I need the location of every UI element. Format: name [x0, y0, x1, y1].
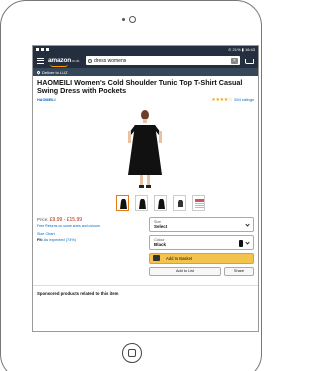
fit-label: Fit:	[37, 237, 43, 242]
search-input[interactable]: dress womens	[94, 58, 229, 64]
basket-icon	[153, 255, 160, 262]
deliver-text: Deliver to LUZ	[42, 69, 68, 75]
colour-select[interactable]: Colour Black	[149, 234, 254, 250]
share-button[interactable]: Share	[224, 266, 254, 276]
dress-image	[128, 109, 162, 188]
sponsored-heading: Sponsored products related to this item	[37, 290, 119, 296]
thumbnail[interactable]	[135, 194, 148, 211]
brand-row: HAOMEILI ★★★★☆ 534 ratings	[33, 97, 258, 103]
add-to-basket-button[interactable]: Add to Basket	[149, 252, 254, 264]
product-image[interactable]	[33, 109, 258, 189]
size-select[interactable]: Size Select	[149, 216, 254, 232]
camera-icon	[129, 16, 136, 23]
thumbnail[interactable]	[192, 194, 205, 211]
add-to-basket-label: Add to Basket	[166, 255, 193, 261]
sensor-dot	[122, 18, 125, 21]
status-bar: ⊙ 21% ▮ 16:43	[33, 46, 258, 53]
cart-icon[interactable]	[244, 57, 254, 65]
deliver-bar[interactable]: Deliver to LUZ	[33, 68, 258, 76]
thumbnail-strip	[33, 194, 258, 211]
status-icons	[36, 48, 49, 51]
product-title: HAOMEILI Women's Cold Shoulder Tunic Top…	[37, 78, 243, 96]
logo-suffix: .co.uk	[71, 59, 80, 63]
purchase-section: Price: £9.99 - £15.99 Free Returns on so…	[33, 216, 258, 276]
search-icon	[88, 58, 92, 63]
colour-value: Black	[154, 241, 167, 247]
size-value: Select	[154, 223, 168, 229]
price-column: Price: £9.99 - £15.99 Free Returns on so…	[37, 217, 149, 276]
price-line: Price: £9.99 - £15.99	[37, 217, 149, 223]
price-label: Price:	[37, 216, 49, 222]
clear-icon[interactable]: ×	[231, 57, 238, 64]
secondary-actions: Add to List Share	[149, 266, 254, 276]
rating[interactable]: ★★★★☆ 534 ratings	[211, 97, 254, 103]
free-returns-link[interactable]: Free Returns on some sizes and colours	[37, 224, 149, 228]
ratings-count[interactable]: 534 ratings	[234, 97, 254, 102]
tablet-frame: ⊙ 21% ▮ 16:43 amazon.co.uk dress womens …	[0, 0, 262, 371]
fit-line: Fit: As expected (74%)	[37, 238, 149, 242]
home-button[interactable]	[122, 343, 142, 363]
price-value: £9.99 - £15.99	[49, 216, 83, 223]
size-chart-link[interactable]: Size Chart	[37, 232, 149, 236]
location-pin-icon	[36, 69, 41, 75]
logo-smile	[50, 64, 68, 67]
screen: ⊙ 21% ▮ 16:43 amazon.co.uk dress womens …	[32, 45, 259, 332]
thumbnail[interactable]	[154, 194, 167, 211]
status-right: ⊙ 21% ▮ 16:43	[228, 47, 255, 52]
add-to-list-button[interactable]: Add to List	[149, 266, 221, 276]
search-bar[interactable]: dress womens ×	[86, 56, 240, 65]
star-rating-icon: ★★★★☆	[211, 96, 233, 103]
brand-link[interactable]: HAOMEILI	[37, 98, 56, 102]
amazon-logo[interactable]: amazon.co.uk	[48, 57, 82, 67]
logo-text: amazon	[48, 57, 72, 64]
options-column: Size Select Colour Black Add to Basket A…	[149, 216, 254, 276]
menu-icon[interactable]	[37, 57, 44, 64]
thumbnail[interactable]	[173, 194, 186, 211]
amazon-header: amazon.co.uk dress womens ×	[33, 53, 258, 68]
colour-swatch	[239, 239, 243, 247]
thumbnail[interactable]	[116, 194, 129, 211]
fit-value[interactable]: As expected (74%)	[44, 238, 76, 242]
